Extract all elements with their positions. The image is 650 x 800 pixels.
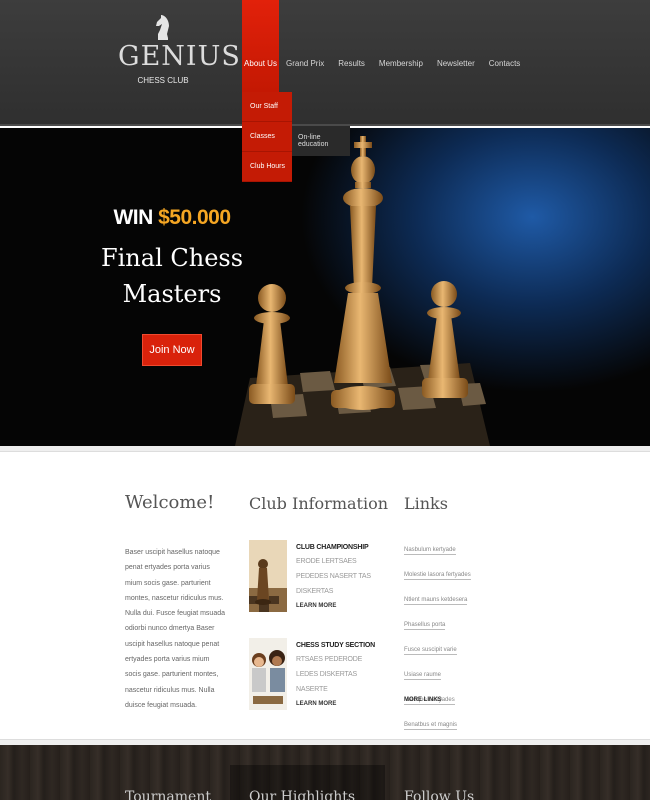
- subdropdown-online-education[interactable]: On-line education: [292, 126, 350, 156]
- links-list: Nasbulum kertyade Molestie lasora fertya…: [404, 538, 514, 738]
- welcome-text: Baser uscipit hasellus natoque penat ert…: [125, 549, 225, 709]
- link-item[interactable]: Nasbulum kertyade: [404, 546, 456, 555]
- divider: [0, 446, 650, 452]
- dropdown-classes[interactable]: Classes: [242, 122, 292, 152]
- hero-title-line1: Final Chess: [100, 244, 244, 272]
- link-item[interactable]: Fusce suscipit varie: [404, 646, 457, 655]
- dropdown-our-staff[interactable]: Our Staff: [242, 92, 292, 122]
- learn-more-link[interactable]: LEARN MORE: [296, 603, 381, 609]
- dropdown-club-hours[interactable]: Club Hours: [242, 152, 292, 182]
- club-info-title: Club Information: [249, 494, 389, 513]
- footer-title-tournament: Tournament: [125, 789, 211, 800]
- link-item[interactable]: Phasellus porta: [404, 621, 446, 630]
- join-now-button[interactable]: Join Now: [142, 334, 202, 366]
- club-item-info: CHESS STUDY SECTION RTSAES PEDERODE LEDE…: [296, 642, 381, 707]
- hero-text: WIN $50.000 Final Chess Masters Join Now: [96, 206, 248, 366]
- hero-banner: WIN $50.000 Final Chess Masters Join Now: [0, 128, 650, 446]
- nav-newsletter[interactable]: Newsletter: [430, 0, 482, 126]
- footer-title-follow: Follow Us: [404, 789, 475, 800]
- club-item: CLUB CHAMPIONSHIP ERODE LERTSAES PEDEDES…: [249, 540, 379, 612]
- chess-study-image[interactable]: [249, 638, 287, 710]
- site-footer: Tournament Our Highlights Follow Us: [0, 745, 650, 800]
- footer-title-highlights: Our Highlights: [249, 789, 356, 800]
- nav-contacts[interactable]: Contacts: [482, 0, 528, 126]
- club-item: CHESS STUDY SECTION RTSAES PEDERODE LEDE…: [249, 638, 379, 710]
- hero-win-amount: $50.000: [158, 206, 231, 229]
- nav-membership[interactable]: Membership: [372, 0, 430, 126]
- hero-title: Final Chess Masters: [96, 240, 248, 312]
- logo[interactable]: GENIUS CHESS CLUB: [118, 12, 241, 85]
- club-item-desc: RTSAES PEDERODE LEDES DISKERTAS NASERTE: [296, 656, 363, 693]
- knight-logo-icon: [156, 15, 169, 40]
- chess-piece-image: [249, 540, 287, 612]
- club-item-info: CLUB CHAMPIONSHIP ERODE LERTSAES PEDEDES…: [296, 544, 381, 609]
- more-links-link[interactable]: MORE LINKS: [404, 697, 442, 703]
- club-item-heading[interactable]: CHESS STUDY SECTION: [296, 642, 381, 649]
- kids-playing-image: [249, 638, 287, 710]
- club-item-desc: ERODE LERTSAES PEDEDES NASERT TAS DISKER…: [296, 558, 371, 595]
- logo-title: GENIUS: [118, 41, 241, 72]
- site-header: GENIUS CHESS CLUB About Us Grand Prix Re…: [0, 0, 650, 126]
- nav-results[interactable]: Results: [331, 0, 372, 126]
- link-item[interactable]: Ntlent mauns ketdesera: [404, 596, 468, 605]
- link-item[interactable]: Usiase raume: [404, 671, 442, 680]
- link-item[interactable]: Benatbus et magnis: [404, 721, 458, 730]
- club-championship-image[interactable]: [249, 540, 287, 612]
- link-item[interactable]: Molestie lasora fertyades: [404, 571, 471, 580]
- logo-subtitle: CHESS CLUB: [137, 76, 189, 85]
- hero-prize: WIN $50.000: [96, 206, 248, 230]
- links-title: Links: [404, 494, 448, 513]
- club-item-heading[interactable]: CLUB CHAMPIONSHIP: [296, 544, 381, 551]
- hero-title-line2: Masters: [122, 280, 222, 308]
- hero-win-prefix: WIN: [113, 206, 153, 229]
- welcome-title: Welcome!: [125, 492, 215, 513]
- learn-more-link[interactable]: LEARN MORE: [296, 701, 381, 707]
- about-dropdown: Our Staff Classes Club Hours: [242, 92, 292, 182]
